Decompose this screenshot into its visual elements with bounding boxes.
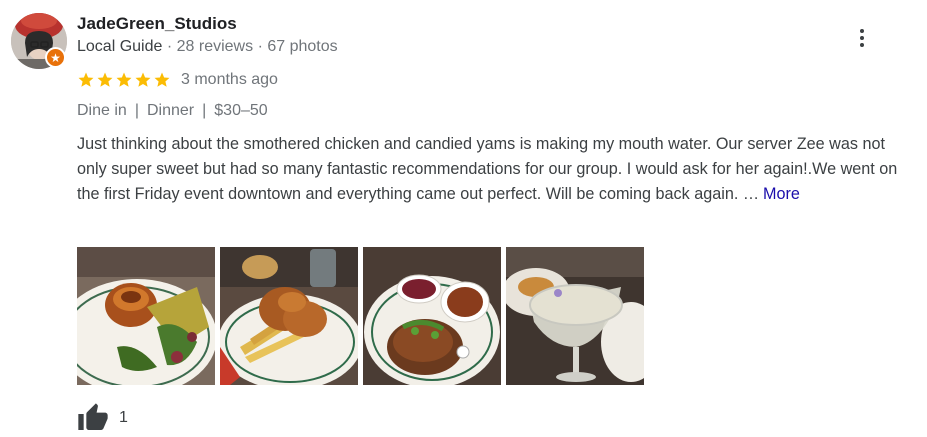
more-vert-icon[interactable] [848,24,876,52]
tag-meal: Dinner [146,102,195,119]
star-icon [116,72,132,87]
star-rating [77,71,171,89]
reviewer-name[interactable]: JadeGreen_Studios [77,14,237,34]
photo-count: 67 photos [267,38,338,55]
star-icon [97,72,113,87]
review-count: 28 reviews [176,38,254,55]
star-badge-icon: ★ [45,47,66,68]
star-icon [78,72,94,87]
review-time: 3 months ago [181,71,278,88]
tag-separator: | [134,102,139,119]
more-link[interactable]: More [763,185,800,203]
review-photo[interactable] [220,247,358,385]
star-icon [154,72,170,87]
tag-separator: | [202,102,207,119]
meta-separator: · [257,38,263,55]
like-count: 1 [119,409,128,426]
tag-price: $30–50 [214,102,268,119]
reviewer-meta: Local Guide · 28 reviews · 67 photos [77,38,338,56]
avatar[interactable]: ★ [11,13,67,69]
like-row: 1 [77,402,128,434]
visit-tags: Dine in | Dinner | $30–50 [77,102,268,120]
review-photo[interactable] [77,247,215,385]
review-photos [77,247,644,385]
rating-row: 3 months ago [77,70,278,90]
review-photo[interactable] [363,247,501,385]
tag-dine-in: Dine in [77,102,127,119]
review-photo[interactable] [506,247,644,385]
thumb-up-icon[interactable] [77,402,109,434]
star-icon [135,72,151,87]
local-guide-label: Local Guide [77,38,163,55]
review-text: Just thinking about the smothered chicke… [77,132,917,207]
meta-separator: · [166,38,173,55]
